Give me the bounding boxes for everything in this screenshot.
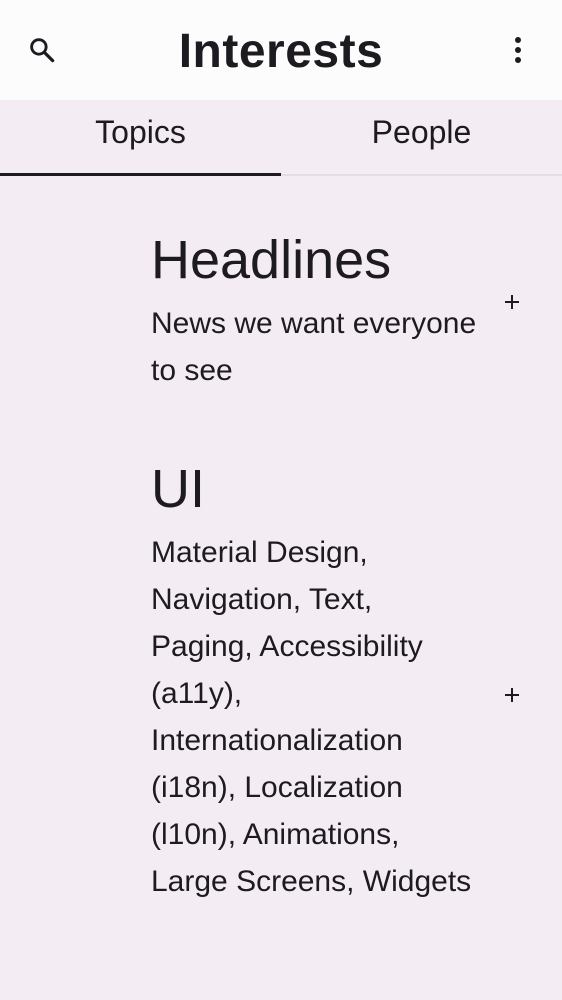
plus-icon bbox=[505, 295, 519, 309]
more-vertical-icon bbox=[515, 37, 521, 63]
follow-button[interactable] bbox=[490, 280, 534, 324]
search-button[interactable] bbox=[18, 26, 66, 74]
interests-screen: Interests Topics People Headlines News w… bbox=[0, 0, 562, 1000]
topic-name: UI bbox=[151, 459, 205, 519]
tab-row: Topics People bbox=[0, 100, 562, 176]
page-title: Interests bbox=[178, 25, 384, 78]
top-app-bar: Interests bbox=[0, 0, 562, 100]
more-options-button[interactable] bbox=[494, 26, 542, 74]
topic-item-ui[interactable]: UI Material Design, Navigation, Text, Pa… bbox=[0, 416, 562, 976]
tab-people[interactable]: People bbox=[281, 100, 562, 174]
tab-label: Topics bbox=[95, 113, 186, 150]
plus-icon bbox=[505, 688, 519, 702]
topic-description: News we want everyone to see bbox=[151, 307, 477, 387]
topic-description: Material Design, Navigation, Text, Pagin… bbox=[151, 536, 472, 898]
search-icon bbox=[30, 38, 55, 63]
tab-topics[interactable]: Topics bbox=[0, 100, 281, 176]
topic-item-headlines[interactable]: Headlines News we want everyone to see bbox=[0, 176, 562, 416]
topic-name: Headlines bbox=[151, 230, 392, 290]
follow-button[interactable] bbox=[490, 673, 534, 717]
tab-label: People bbox=[371, 113, 472, 150]
